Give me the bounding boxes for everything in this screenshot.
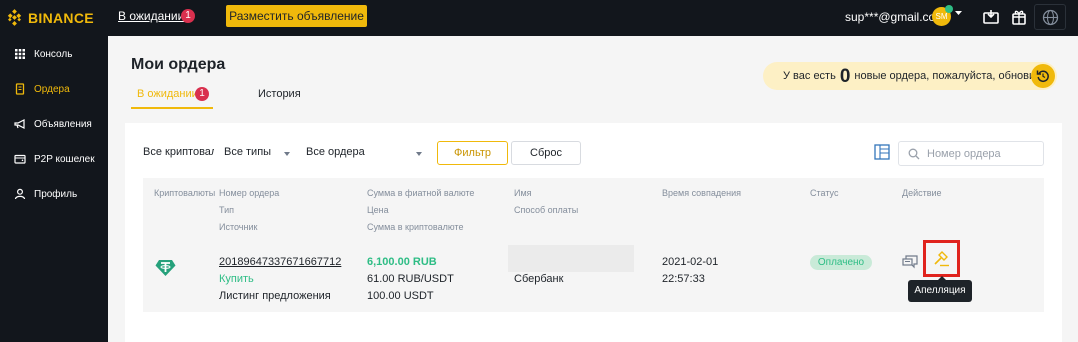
header-name: Имя [514, 188, 532, 198]
sidebar-item-label: Консоль [34, 48, 73, 60]
pending-orders-link[interactable]: В ожидании [118, 9, 184, 23]
grid-icon [15, 49, 25, 59]
sidebar-item-label: Ордера [34, 83, 70, 95]
status-filter-select[interactable]: Все ордера [306, 146, 424, 162]
sidebar: Консоль Ордера Объявления P2P кошелек Пр… [0, 36, 108, 342]
pending-count-badge: 1 [181, 9, 195, 23]
header-order-number: Номер ордера [219, 188, 280, 198]
user-email[interactable]: sup***@gmail.com [845, 10, 945, 24]
user-icon [14, 188, 26, 200]
refresh-icon [1036, 70, 1049, 83]
header-action: Действие [902, 188, 942, 198]
appeal-tooltip: Апелляция [908, 276, 972, 302]
sidebar-item-label: Объявления [34, 118, 92, 130]
tab-pending-count-badge: 1 [195, 87, 209, 101]
payment-method: Сбербанк [514, 273, 564, 285]
tab-history[interactable]: История [258, 88, 301, 100]
sidebar-item-profile[interactable]: Профиль [0, 184, 108, 204]
reset-button[interactable]: Сброс [511, 141, 581, 165]
order-type: Купить [219, 273, 254, 285]
globe-icon [1042, 9, 1059, 26]
sidebar-item-orders[interactable]: Ордера [0, 79, 108, 99]
appeal-button[interactable] [923, 240, 960, 277]
chevron-down-icon [284, 152, 290, 156]
sidebar-item-p2p-wallet[interactable]: P2P кошелек [0, 149, 108, 169]
order-number-link[interactable]: 20189647337671667712 [219, 256, 341, 268]
gift-icon[interactable] [1010, 8, 1028, 26]
order-price: 61.00 RUB/USDT [367, 273, 454, 285]
notice-prefix: У вас есть [783, 70, 836, 82]
sidebar-item-label: Профиль [34, 188, 78, 200]
header-source: Источник [219, 222, 258, 232]
header-crypto: Криптовалюты [154, 188, 216, 198]
header-fiat-amount: Сумма в фиатной валюте [367, 188, 475, 198]
type-filter-select[interactable]: Все типы [224, 146, 292, 162]
sidebar-item-label: P2P кошелек [34, 153, 95, 165]
wallet-download-icon[interactable] [982, 8, 1000, 26]
binance-logo[interactable]: BINANCE [6, 9, 94, 26]
match-time: 22:57:33 [662, 273, 705, 285]
wallet-icon [14, 154, 26, 164]
crypto-filter-select[interactable]: Все криптовалюты [143, 146, 214, 162]
active-tab-indicator [131, 107, 213, 109]
header-payment-method: Способ оплаты [514, 205, 579, 215]
notice-suffix: новые ордера, пожалуйста, обновите. [854, 70, 1050, 82]
gavel-icon [934, 251, 949, 267]
header-type: Тип [219, 205, 235, 215]
tether-icon [155, 260, 176, 276]
tab-pending[interactable]: В ожидании [137, 88, 198, 100]
verified-icon [945, 5, 953, 13]
status-badge: Оплачено [810, 255, 872, 270]
document-icon [15, 83, 25, 95]
page-title: Мои ордера [131, 56, 226, 73]
order-source: Листинг предложения [219, 290, 331, 302]
sidebar-item-console[interactable]: Консоль [0, 44, 108, 64]
layout-toggle-icon[interactable] [874, 144, 890, 160]
notice-count: 0 [839, 65, 851, 87]
crypto-amount: 100.00 USDT [367, 290, 434, 302]
post-ad-button[interactable]: Разместить объявление [226, 5, 367, 27]
megaphone-icon [14, 119, 25, 129]
brand-name: BINANCE [28, 9, 94, 26]
chat-icon[interactable] [902, 255, 918, 269]
header-status: Статус [810, 188, 839, 198]
binance-logo-icon [7, 9, 22, 26]
sidebar-item-ads[interactable]: Объявления [0, 114, 108, 134]
order-search [898, 141, 1044, 166]
header-price: Цена [367, 205, 389, 215]
header-match-time: Время совпадения [662, 188, 741, 198]
header-crypto-amount: Сумма в криптовалюте [367, 222, 464, 232]
match-date: 2021-02-01 [662, 256, 719, 268]
chevron-down-icon[interactable] [955, 11, 962, 16]
search-icon [908, 148, 920, 160]
counterparty-name-redacted [508, 245, 634, 272]
top-bar: BINANCE В ожидании 1 Разместить объявлен… [0, 0, 1078, 36]
chevron-down-icon [416, 152, 422, 156]
new-orders-notice: У вас есть 0 новые ордера, пожалуйста, о… [763, 62, 1057, 90]
filter-button[interactable]: Фильтр [437, 141, 508, 165]
fiat-amount: 6,100.00 RUB [367, 256, 437, 268]
refresh-button[interactable] [1031, 64, 1055, 88]
search-input[interactable] [927, 146, 1039, 162]
language-selector[interactable] [1034, 4, 1066, 30]
